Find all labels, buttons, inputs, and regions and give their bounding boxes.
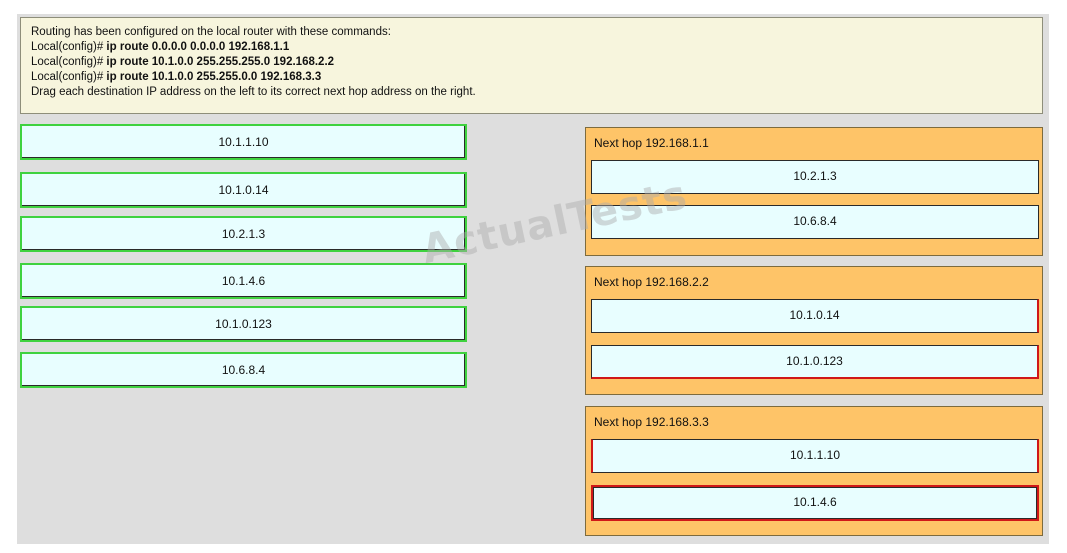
drop-slot-item[interactable]: 10.1.0.14 [591, 299, 1039, 333]
command-text: ip route 10.1.0.0 255.255.0.0 192.168.3.… [103, 71, 322, 83]
command-line-3: Local(config)# ip route 10.1.0.0 255.255… [31, 70, 1032, 85]
command-prompt: Local(config)# [31, 56, 104, 68]
source-ip-item[interactable]: 10.1.0.123 [20, 306, 467, 342]
source-ip-item[interactable]: 10.6.8.4 [20, 352, 467, 388]
panel-title: Next hop 192.168.2.2 [594, 275, 709, 289]
next-hop-panel-1: Next hop 192.168.1.1 10.2.1.3 10.6.8.4 [585, 127, 1043, 256]
instructions-intro: Routing has been configured on the local… [31, 26, 391, 38]
drop-slot-item[interactable]: 10.1.0.123 [591, 345, 1039, 379]
panel-title: Next hop 192.168.3.3 [594, 415, 709, 429]
instructions-box: Routing has been configured on the local… [20, 17, 1043, 114]
next-hop-panel-2: Next hop 192.168.2.2 10.1.0.14 10.1.0.12… [585, 266, 1043, 395]
source-ip-item[interactable]: 10.1.4.6 [20, 263, 467, 299]
instructions-task: Drag each destination IP address on the … [31, 86, 476, 98]
command-line-2: Local(config)# ip route 10.1.0.0 255.255… [31, 55, 1032, 70]
drop-slot-item[interactable]: 10.1.1.10 [591, 439, 1039, 473]
command-prompt: Local(config)# [31, 71, 104, 83]
drop-slot-item[interactable]: 10.2.1.3 [591, 160, 1039, 194]
drop-slot-item[interactable]: 10.1.4.6 [591, 485, 1039, 521]
source-ip-item[interactable]: 10.1.0.14 [20, 172, 467, 208]
source-ip-item[interactable]: 10.2.1.3 [20, 216, 467, 252]
command-text: ip route 0.0.0.0 0.0.0.0 192.168.1.1 [103, 41, 290, 53]
command-prompt: Local(config)# [31, 41, 104, 53]
command-line-1: Local(config)# ip route 0.0.0.0 0.0.0.0 … [31, 40, 1032, 55]
next-hop-panel-3: Next hop 192.168.3.3 10.1.1.10 10.1.4.6 [585, 406, 1043, 536]
drop-slot-item[interactable]: 10.6.8.4 [591, 205, 1039, 239]
panel-title: Next hop 192.168.1.1 [594, 136, 709, 150]
source-ip-item[interactable]: 10.1.1.10 [20, 124, 467, 160]
command-text: ip route 10.1.0.0 255.255.255.0 192.168.… [103, 56, 335, 68]
